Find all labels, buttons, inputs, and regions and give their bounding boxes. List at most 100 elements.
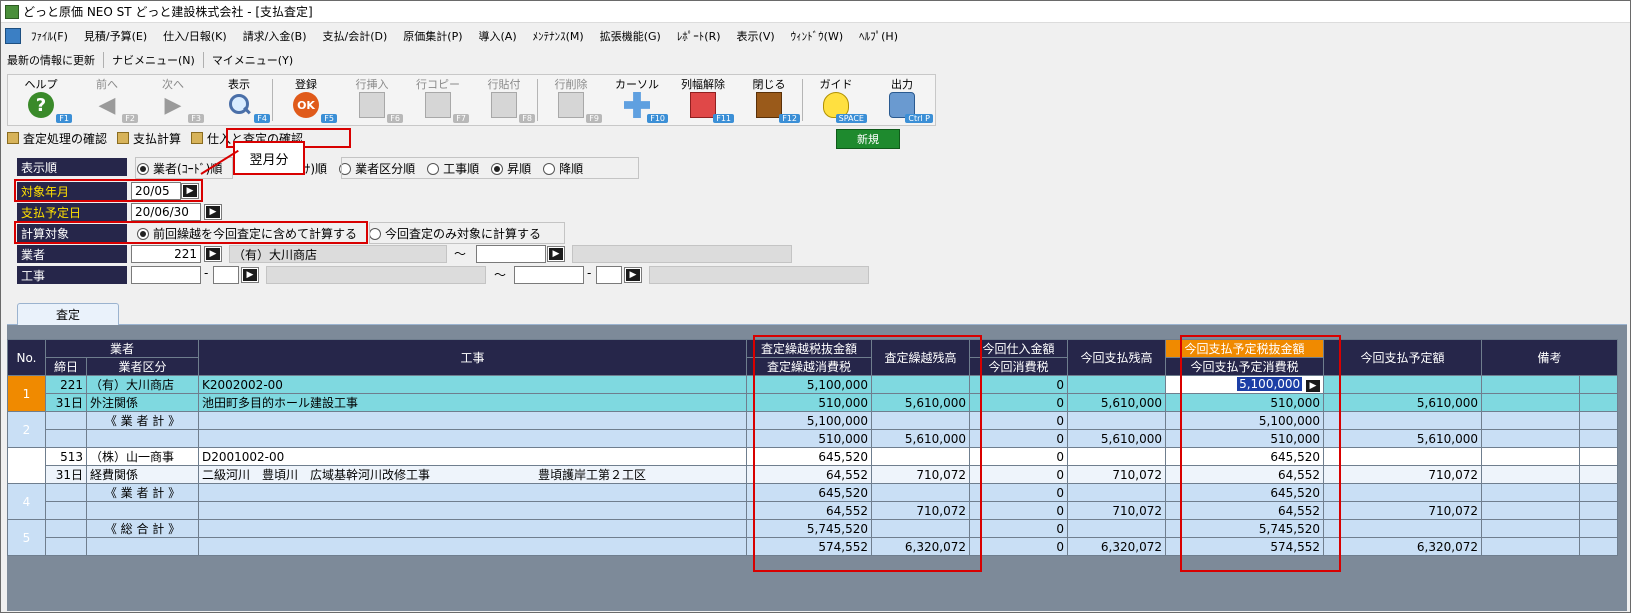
vendor-code-to-input[interactable] <box>476 245 546 263</box>
col-purchase-amount: 今回仕入金額 <box>969 339 1068 358</box>
prev-arrow-icon: ◀ <box>98 92 116 118</box>
next-button[interactable]: 次へ ▶ F3 <box>140 75 206 125</box>
guide-button[interactable]: ガイド SPACE <box>803 75 869 125</box>
checklist-icon <box>7 132 19 144</box>
menu-billing[interactable]: 請求/入金(B) <box>243 28 307 44</box>
row-copy-label: 行コピー <box>416 78 460 91</box>
vendor-range-tilde: ～ <box>454 247 467 261</box>
vendor-picker[interactable]: ▶ <box>204 246 222 262</box>
remarks-cell[interactable] <box>1579 465 1618 484</box>
menu-purchase[interactable]: 仕入/日報(K) <box>163 28 227 44</box>
row-paste-icon <box>491 92 517 118</box>
purchase-amount-cell: 0 <box>969 375 1068 394</box>
purchase-amount-cell: 0 <box>969 483 1068 502</box>
row-delete-label: 行削除 <box>554 78 588 91</box>
project-name-cell: 池田町多目的ホール建設工事 <box>198 393 747 412</box>
remarks-cell[interactable] <box>1481 447 1580 466</box>
tab-assess-confirm-label: 査定処理の確認 <box>23 131 108 146</box>
remarks-cell[interactable] <box>1481 465 1580 484</box>
vendor-code-input[interactable]: 221 <box>131 245 201 263</box>
vendor-class-cell: 経費関係 <box>86 465 199 484</box>
picker-arrow-icon: ▶ <box>206 206 220 218</box>
help-button[interactable]: ヘルプ ? F1 <box>8 75 74 125</box>
purchase-tax-cell: 0 <box>969 537 1068 556</box>
payment-date-picker[interactable]: ▶ <box>204 204 222 220</box>
register-button[interactable]: 登録 OK F5 <box>273 75 339 125</box>
menu-setup[interactable]: 導入(A) <box>479 28 517 44</box>
payment-date-input[interactable]: 20/06/30 <box>131 203 201 221</box>
project-name-cell: 二級河川 豊頃川 広域基幹河川改修工事 豊頃護岸工第２工区 <box>198 465 747 484</box>
prev-button[interactable]: 前へ ◀ F2 <box>74 75 140 125</box>
f3-key: F3 <box>188 114 204 123</box>
remarks-cell[interactable] <box>1481 375 1580 394</box>
project-to-dash: - <box>587 266 592 280</box>
navi-menu-link[interactable]: ナビメニュー(N) <box>112 52 204 68</box>
new-status-button[interactable]: 新規 <box>836 129 900 149</box>
menu-estimate[interactable]: 見積/予算(E) <box>84 28 147 44</box>
project-code-to-input[interactable] <box>514 266 584 284</box>
remarks-cell[interactable] <box>1579 375 1618 394</box>
tab-assess-confirm[interactable]: 査定処理の確認 <box>7 130 107 147</box>
col-purchase-tax: 今回消費税 <box>969 357 1068 376</box>
close-button[interactable]: 閉じる F12 <box>736 75 802 125</box>
help-icon: ? <box>28 92 54 118</box>
remarks-cell[interactable] <box>1579 447 1618 466</box>
pay-balance-cell <box>1067 519 1166 538</box>
refresh-link[interactable]: 最新の情報に更新 <box>7 52 104 68</box>
menu-payment[interactable]: 支払/会計(D) <box>323 28 388 44</box>
vendor-code-cell: 513 <box>45 447 87 466</box>
f8-key: F8 <box>519 114 535 123</box>
menu-file[interactable]: ﾌｧｲﾙ(F) <box>31 28 68 44</box>
tab-payment-calc-label: 支払計算 <box>133 131 182 146</box>
my-menu-link[interactable]: マイメニュー(Y) <box>212 52 301 68</box>
column-width-button[interactable]: 列幅解除 F11 <box>670 75 736 125</box>
project-code-input[interactable] <box>131 266 201 284</box>
tab-assessment[interactable]: 査定 <box>17 303 119 325</box>
highlight-calc-target <box>14 221 368 244</box>
pay-balance-cell: 5,610,000 <box>1067 393 1166 412</box>
menu-report[interactable]: ﾚﾎﾟｰﾄ(R) <box>677 28 721 44</box>
purchase-amount-cell: 0 <box>969 447 1068 466</box>
cursor-button[interactable]: カーソル F10 <box>604 75 670 125</box>
tab-payment-calc[interactable]: 支払計算 <box>117 130 181 147</box>
menu-doc-icon[interactable] <box>5 28 21 44</box>
menu-view[interactable]: 表示(V) <box>737 28 775 44</box>
output-button[interactable]: 出力 Ctrl P <box>869 75 935 125</box>
pay-balance-cell <box>1067 483 1166 502</box>
menu-help[interactable]: ﾍﾙﾌﾟ(H) <box>859 28 898 44</box>
project-name-cell <box>198 537 747 556</box>
row-insert-button[interactable]: 行挿入 F6 <box>339 75 405 125</box>
row-insert-label: 行挿入 <box>355 78 389 91</box>
menu-extensions[interactable]: 拡張機能(G) <box>600 28 661 44</box>
project-to-branch-input[interactable] <box>596 266 622 284</box>
close-day-cell <box>45 537 87 556</box>
vendor-subtotal-label: 《 業 者 計 》 <box>86 411 199 430</box>
purchase-tax-cell: 0 <box>969 393 1068 412</box>
menu-maintenance[interactable]: ﾒﾝﾃﾅﾝｽ(M) <box>533 28 584 44</box>
order-group-frame <box>341 157 639 179</box>
purchase-amount-cell: 0 <box>969 519 1068 538</box>
vendor-class-cell <box>86 429 199 448</box>
vendor-to-picker[interactable]: ▶ <box>547 246 565 262</box>
project-branch-input[interactable] <box>213 266 239 284</box>
menu-window[interactable]: ｳｨﾝﾄﾞｳ(W) <box>791 28 843 44</box>
col-sched-amount: 今回支払予定額 <box>1323 339 1482 376</box>
menu-cost[interactable]: 原価集計(P) <box>403 28 462 44</box>
project-name-display <box>266 266 486 284</box>
remarks-cell <box>1579 537 1618 556</box>
remarks-cell[interactable] <box>1579 393 1618 412</box>
project-dash: - <box>204 266 209 280</box>
f11-key: F11 <box>713 114 734 123</box>
row-copy-button[interactable]: 行コピー F7 <box>405 75 471 125</box>
row-paste-button[interactable]: 行貼付 F8 <box>471 75 537 125</box>
sched-amount-cell: 5,610,000 <box>1323 393 1482 412</box>
display-button[interactable]: 表示 F4 <box>206 75 272 125</box>
remarks-cell[interactable] <box>1481 393 1580 412</box>
f10-key: F10 <box>647 114 668 123</box>
project-to-picker[interactable]: ▶ <box>624 267 642 283</box>
window-title: どっと原価 NEO ST どっと建設株式会社 - [支払査定] <box>23 5 313 19</box>
f6-key: F6 <box>387 114 403 123</box>
sched-amount-cell <box>1323 447 1482 466</box>
project-picker[interactable]: ▶ <box>241 267 259 283</box>
row-delete-button[interactable]: 行削除 F9 <box>538 75 604 125</box>
